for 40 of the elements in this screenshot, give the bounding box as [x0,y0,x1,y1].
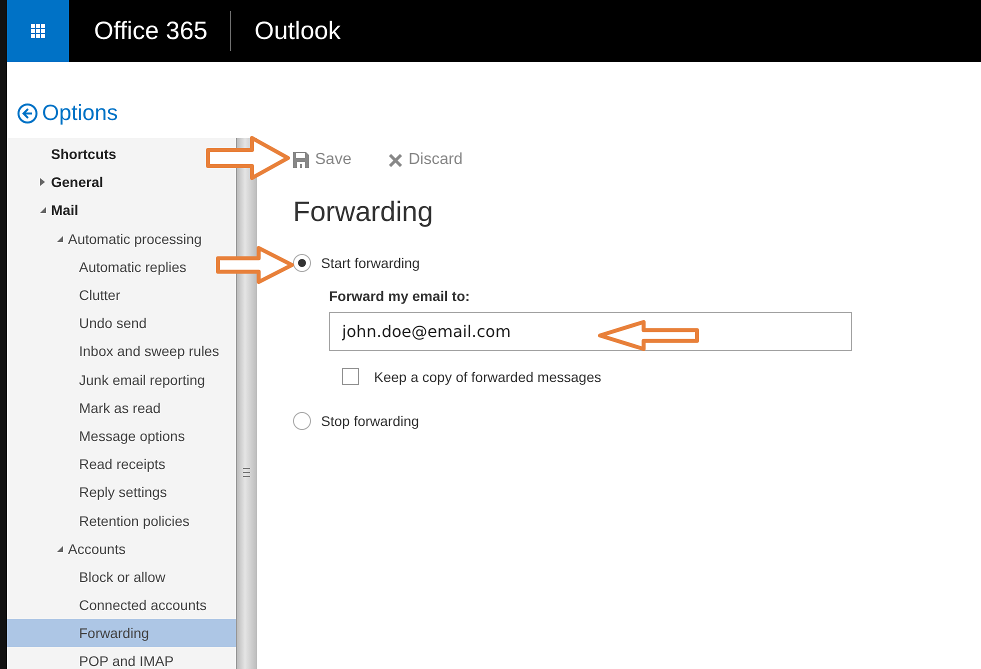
nav-item[interactable]: Forwarding [7,619,236,648]
expanded-caret-icon [57,546,63,552]
nav-item[interactable]: Read receipts [7,450,170,478]
checkbox[interactable] [342,368,359,385]
radio-option[interactable]: Start forwarding [293,254,420,272]
options-title: Options [42,100,118,126]
nav-item[interactable]: Connected accounts [7,591,211,620]
nav-item[interactable]: Retention policies [7,506,194,535]
brand-name: Office 365 [93,16,209,46]
nav-item[interactable]: Reply settings [7,478,171,506]
nav-item[interactable]: Mail [7,196,82,225]
nav-item[interactable]: Inbox and sweep rules [7,337,224,366]
nav-item[interactable]: Undo send [7,309,151,338]
field-label: Forward my email to: [329,288,471,304]
app-name: Outlook [254,16,341,46]
back-button[interactable] [17,102,38,124]
expanded-caret-icon [57,236,63,242]
checkbox-label: Keep a copy of forwarded messages [374,368,602,384]
nav-item[interactable]: Automatic replies [7,252,190,281]
nav-item[interactable]: Mark as read [7,394,165,422]
nav-item[interactable]: Block or allow [7,562,170,591]
email-field[interactable]: john.doe@email.com [329,312,852,351]
grid-icon [31,24,45,38]
expanded-caret-icon [40,207,46,214]
nav-item[interactable]: POP and IMAP [7,647,178,669]
close-icon [389,154,402,166]
save-button[interactable]: Save [293,151,352,169]
nav-item[interactable]: General [7,168,108,196]
app-launcher-button[interactable] [7,0,69,62]
nav-item[interactable]: Accounts [7,534,130,563]
nav-item[interactable]: Junk email reporting [7,366,210,394]
nav-item[interactable]: Shortcuts [7,140,120,168]
radio-option[interactable]: Stop forwarding [293,412,420,430]
collapsed-caret-icon [40,178,45,186]
page-heading: Forwarding [293,196,434,228]
grip-icon [243,468,250,477]
discard-button[interactable]: Discard [389,151,463,169]
nav-item[interactable]: Message options [7,422,189,450]
nav-item[interactable]: Automatic processing [7,224,206,253]
nav-item[interactable]: Clutter [7,280,124,310]
